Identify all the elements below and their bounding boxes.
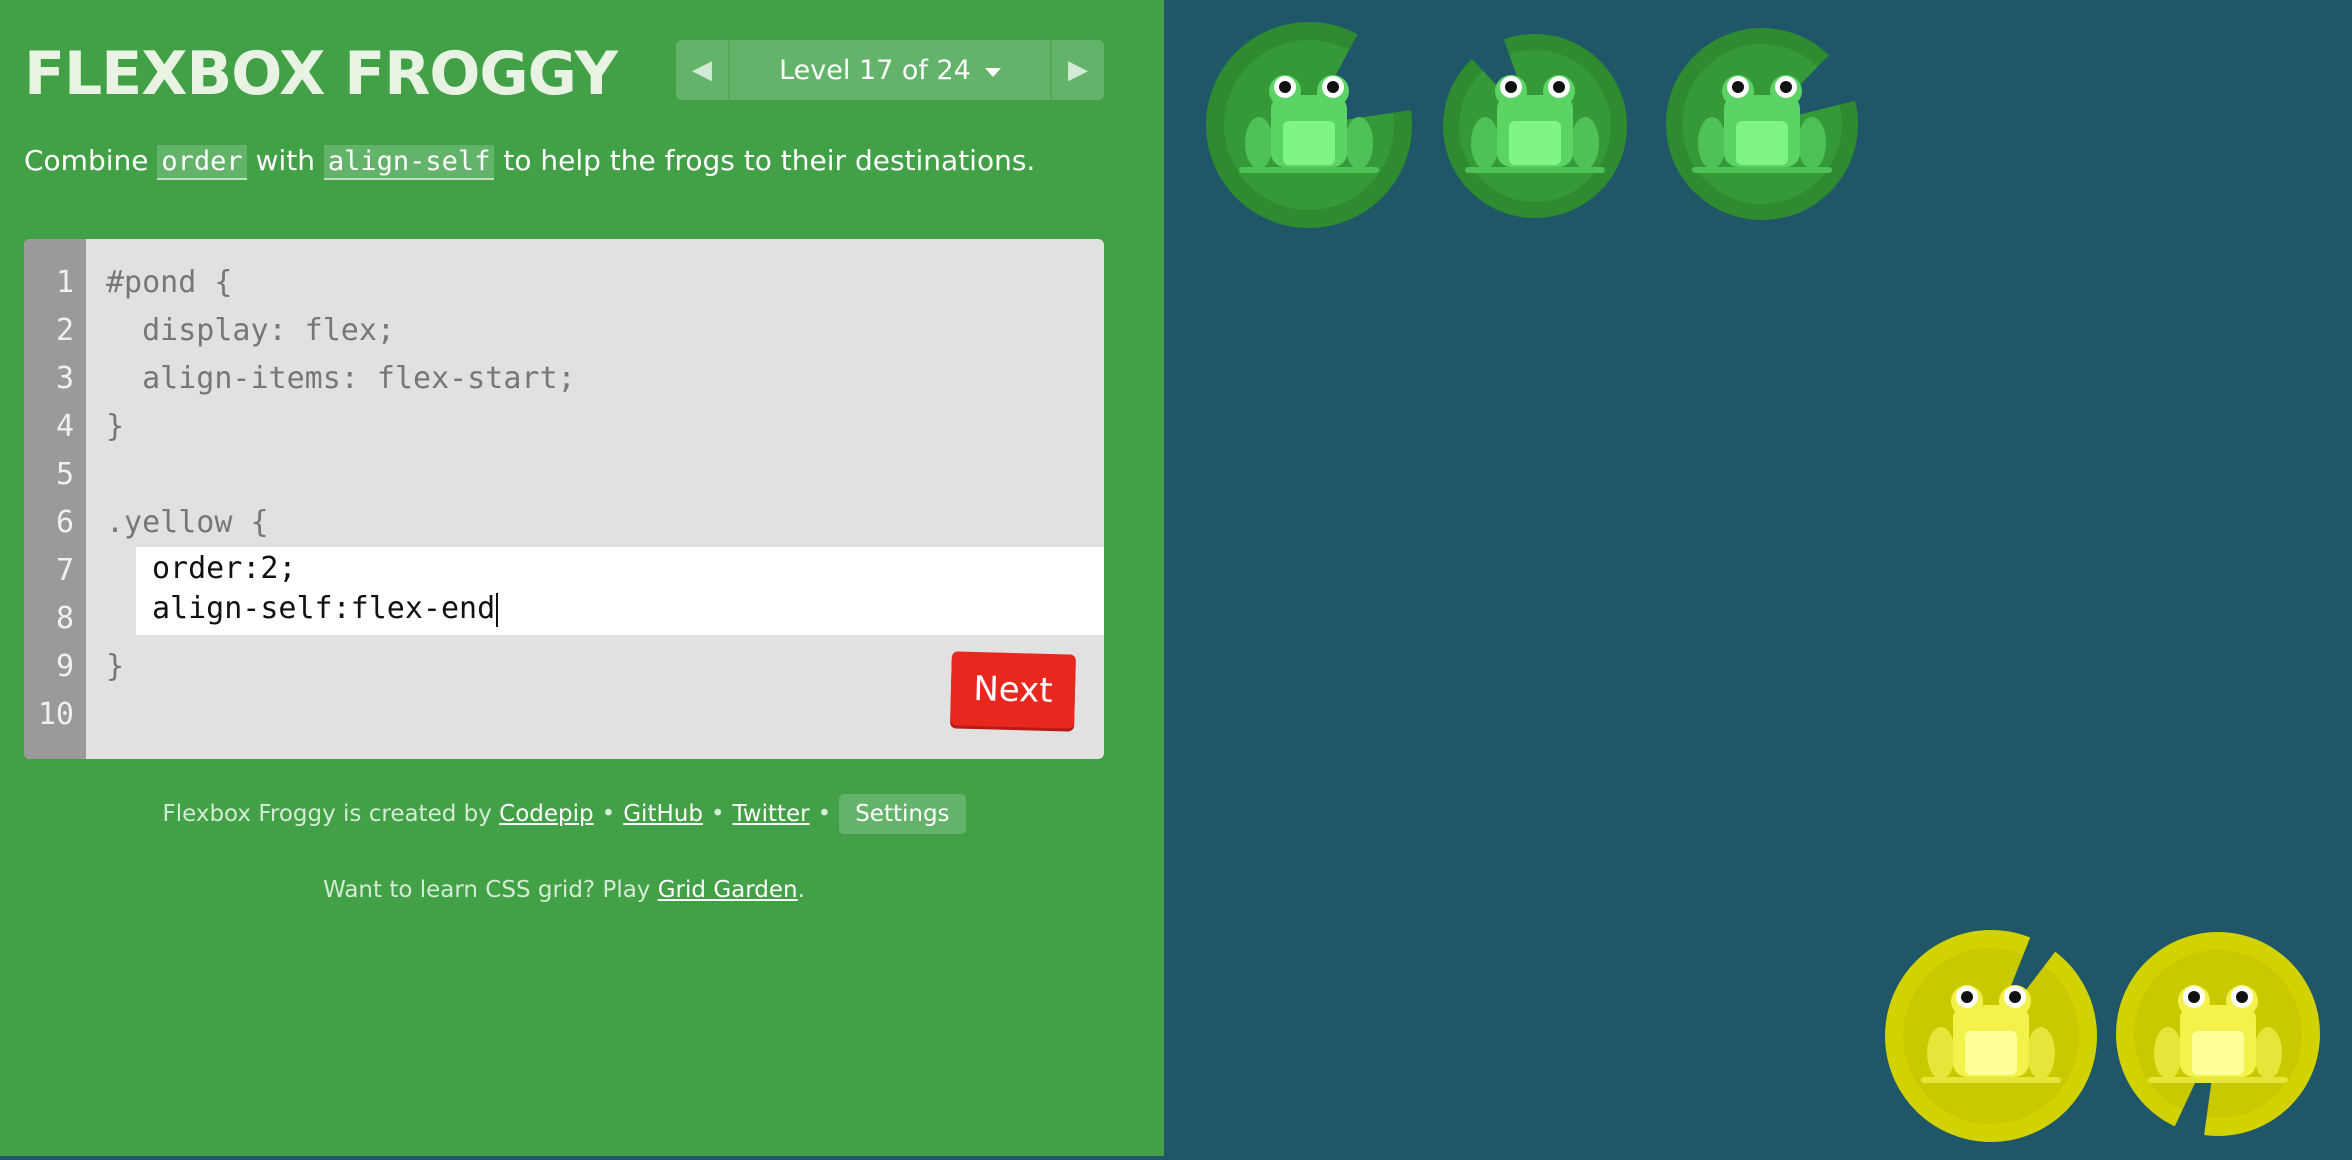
line-number-gutter: 1 2 3 4 5 6 7 8 9 10 [24,239,86,759]
code-line: display: flex; [106,313,395,348]
answer-line-1: order:2; [152,551,297,586]
separator: • [601,801,616,827]
triangle-left-icon: ◀ [692,55,712,85]
caret-down-icon [984,67,1001,77]
pond [1164,0,2352,1156]
settings-button[interactable]: Settings [839,794,966,834]
separator: • [817,801,832,827]
level-indicator: Level 17 of 24 [779,54,971,86]
line-number: 1 [55,265,74,300]
app-title: FLEXBOX FROGGY [24,39,618,109]
line-number: 7 [55,553,74,588]
line-number: 4 [55,409,74,444]
github-link[interactable]: GitHub [623,801,703,827]
line-number: 9 [55,649,74,684]
level-navigation: ◀ Level 17 of 24 ▶ [676,40,1104,100]
codepip-link[interactable]: Codepip [499,801,593,827]
answer-line-2: align-self:flex-end [152,589,499,629]
previous-level-button[interactable]: ◀ [676,40,730,100]
code-input[interactable]: order:2; align-self:flex-end [136,547,1104,635]
code-term-align-self[interactable]: align-self [323,145,495,180]
sidebar: FLEXBOX FROGGY ◀ Level 17 of 24 ▶ Combin… [0,0,1164,1156]
line-number: 6 [55,505,74,540]
code-line: #pond { [106,265,233,300]
instruction-text: Combine [24,144,158,177]
line-number: 2 [55,313,74,348]
instruction-text: to help the frogs to their destinations. [494,144,1036,177]
code-line: align-items: flex-start; [106,361,576,396]
grid-garden-promo: Want to learn CSS grid? Play Grid Garden… [0,870,1128,910]
grid-garden-link[interactable]: Grid Garden [658,877,798,903]
promo-text: Want to learn CSS grid? Play [323,877,658,903]
code-line: } [106,409,125,444]
code-line: .yellow { [106,505,269,540]
level-dropdown[interactable]: Level 17 of 24 [730,40,1050,100]
triangle-right-icon: ▶ [1068,55,1088,85]
instruction-text: with [246,144,324,177]
promo-suffix: . [797,877,805,903]
twitter-link[interactable]: Twitter [733,801,810,827]
next-level-button[interactable]: ▶ [1050,40,1104,100]
line-number: 3 [55,361,74,396]
pond-canvas [1206,22,2320,1142]
text-cursor [496,592,499,627]
code-term-order[interactable]: order [157,145,247,180]
line-number: 5 [55,457,74,492]
code-line: } [106,649,125,684]
credit-text: Flexbox Froggy is created by [162,801,500,827]
line-number: 10 [37,697,74,732]
footer-credits: Flexbox Froggy is created by Codepip • Git… [0,794,1128,834]
next-button[interactable]: Next [950,651,1076,729]
line-number: 8 [55,601,74,636]
code-editor: 1 2 3 4 5 6 7 8 9 10 #pond { display: fl… [24,239,1104,759]
separator: • [710,801,725,827]
instructions: Combine order with align-self to help th… [24,138,1134,185]
